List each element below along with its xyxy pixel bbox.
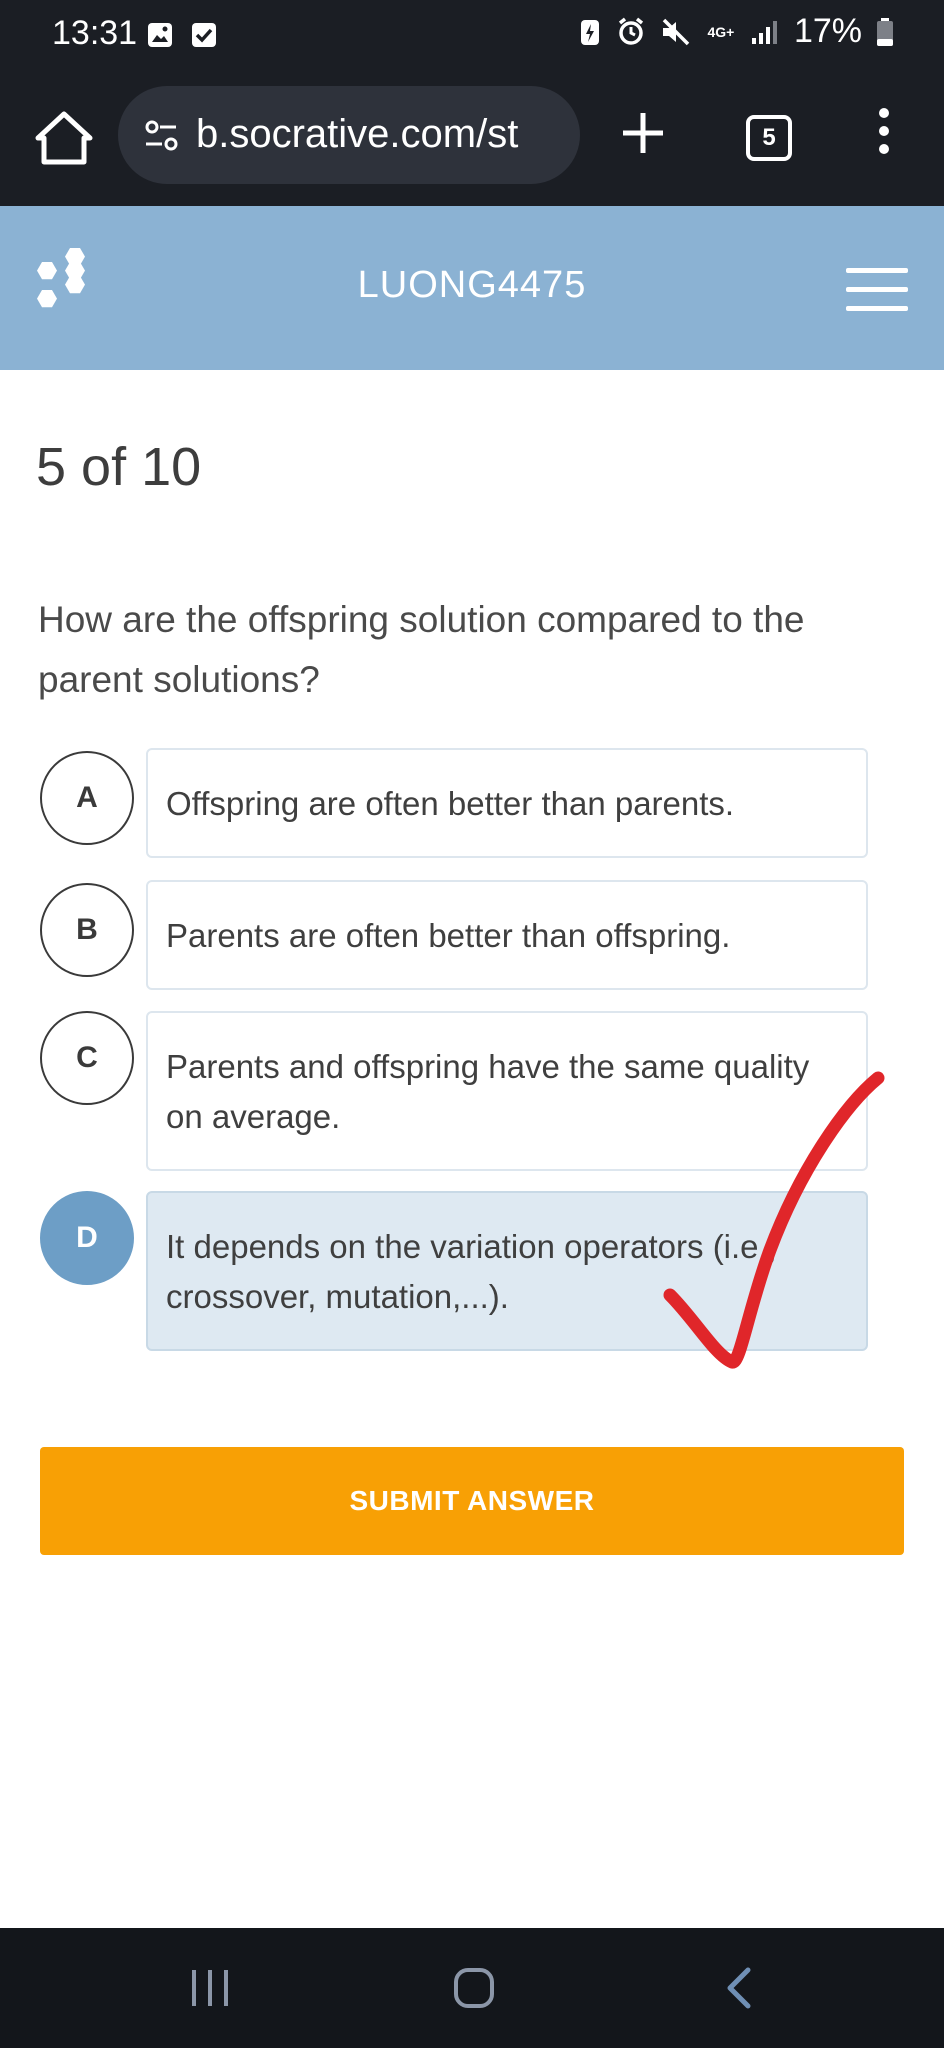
question-progress: 5 of 10 [36,437,202,497]
url-bar[interactable]: b.socrative.com/st [118,86,580,184]
tabs-icon[interactable]: 5 [746,115,792,161]
browser-toolbar: b.socrative.com/st 5 [0,76,944,206]
status-right: 4G+ 17% [578,12,894,51]
battery-percent: 17% [793,12,862,50]
hamburger-menu-icon[interactable] [846,268,908,312]
system-nav-bar [0,1928,944,2048]
battery-saver-icon [580,19,599,45]
option-d-text[interactable]: It depends on the variation operators (i… [146,1191,868,1351]
signal-icon [751,20,777,44]
url-text: b.socrative.com/st [196,112,519,156]
status-time: 13:31 [52,14,138,52]
option-d-letter[interactable]: D [40,1191,134,1285]
submit-answer-button[interactable]: SUBMIT ANSWER [40,1447,904,1555]
site-info-icon[interactable] [142,116,182,156]
alarm-icon [618,17,644,45]
option-b-letter[interactable]: B [40,883,134,977]
status-bar: 13:31 4G+ 17% [0,0,944,76]
home-nav-icon[interactable] [434,1958,514,2018]
check-box-icon [192,23,216,47]
recent-apps-icon[interactable] [170,1958,250,2018]
option-a-text[interactable]: Offspring are often better than parents. [146,748,868,858]
option-c-text[interactable]: Parents and offspring have the same qual… [146,1011,868,1171]
new-tab-icon[interactable] [618,98,668,168]
network-type-label: 4G+ [707,23,735,40]
battery-icon [877,17,893,46]
gallery-icon [148,23,172,47]
room-name: LUONG4475 [357,264,587,306]
more-menu-icon[interactable] [872,108,896,164]
mute-icon [662,18,690,45]
app-header: LUONG4475 [0,206,944,370]
home-icon[interactable] [30,104,98,172]
option-c-letter[interactable]: C [40,1011,134,1105]
option-a-letter[interactable]: A [40,751,134,845]
question-text: How are the offspring solution compared … [38,599,805,700]
option-b-text[interactable]: Parents are often better than offspring. [146,880,868,990]
back-icon[interactable] [700,1958,780,2018]
